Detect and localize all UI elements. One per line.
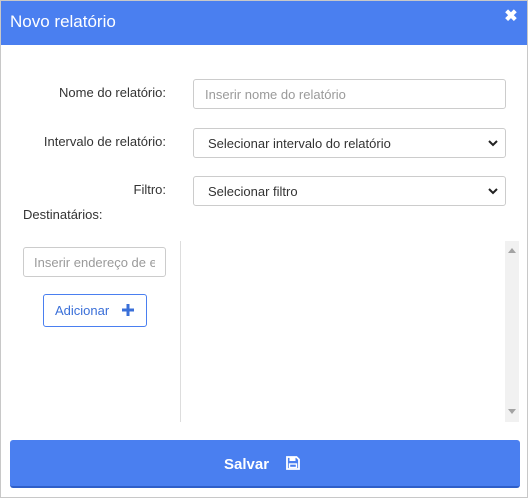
plus-icon: [122, 304, 134, 316]
interval-label: Intervalo de relatório:: [43, 134, 166, 149]
recipient-email-input[interactable]: [23, 247, 166, 277]
save-label: Salvar: [224, 456, 270, 473]
scroll-down-icon[interactable]: [508, 409, 516, 415]
dialog-header: Novo relatório ✖: [1, 1, 527, 45]
recipients-label: Destinatários:: [23, 207, 103, 222]
add-recipient-label: Adicionar: [55, 303, 110, 318]
interval-selected-value: Selecionar intervalo do relatório: [208, 136, 391, 151]
scroll-up-icon[interactable]: [508, 247, 516, 253]
chevron-down-icon: [488, 140, 498, 147]
filter-label: Filtro:: [133, 182, 167, 197]
filter-select[interactable]: Selecionar filtro: [193, 176, 506, 206]
dialog-title: Novo relatório: [10, 12, 116, 31]
recipients-list: [181, 241, 505, 422]
close-icon[interactable]: ✖: [503, 8, 519, 26]
chevron-down-icon: [488, 188, 498, 195]
report-name-input[interactable]: [193, 79, 506, 109]
interval-select[interactable]: Selecionar intervalo do relatório: [193, 128, 506, 158]
add-recipient-button[interactable]: Adicionar: [43, 294, 147, 327]
new-report-dialog: Novo relatório ✖ Nome do relatório: Inte…: [0, 0, 528, 498]
filter-selected-value: Selecionar filtro: [208, 184, 298, 199]
recipients-scrollbar[interactable]: [505, 241, 519, 422]
save-button[interactable]: Salvar: [10, 440, 520, 488]
floppy-disk-icon: [286, 456, 300, 470]
report-name-label: Nome do relatório:: [59, 85, 166, 100]
